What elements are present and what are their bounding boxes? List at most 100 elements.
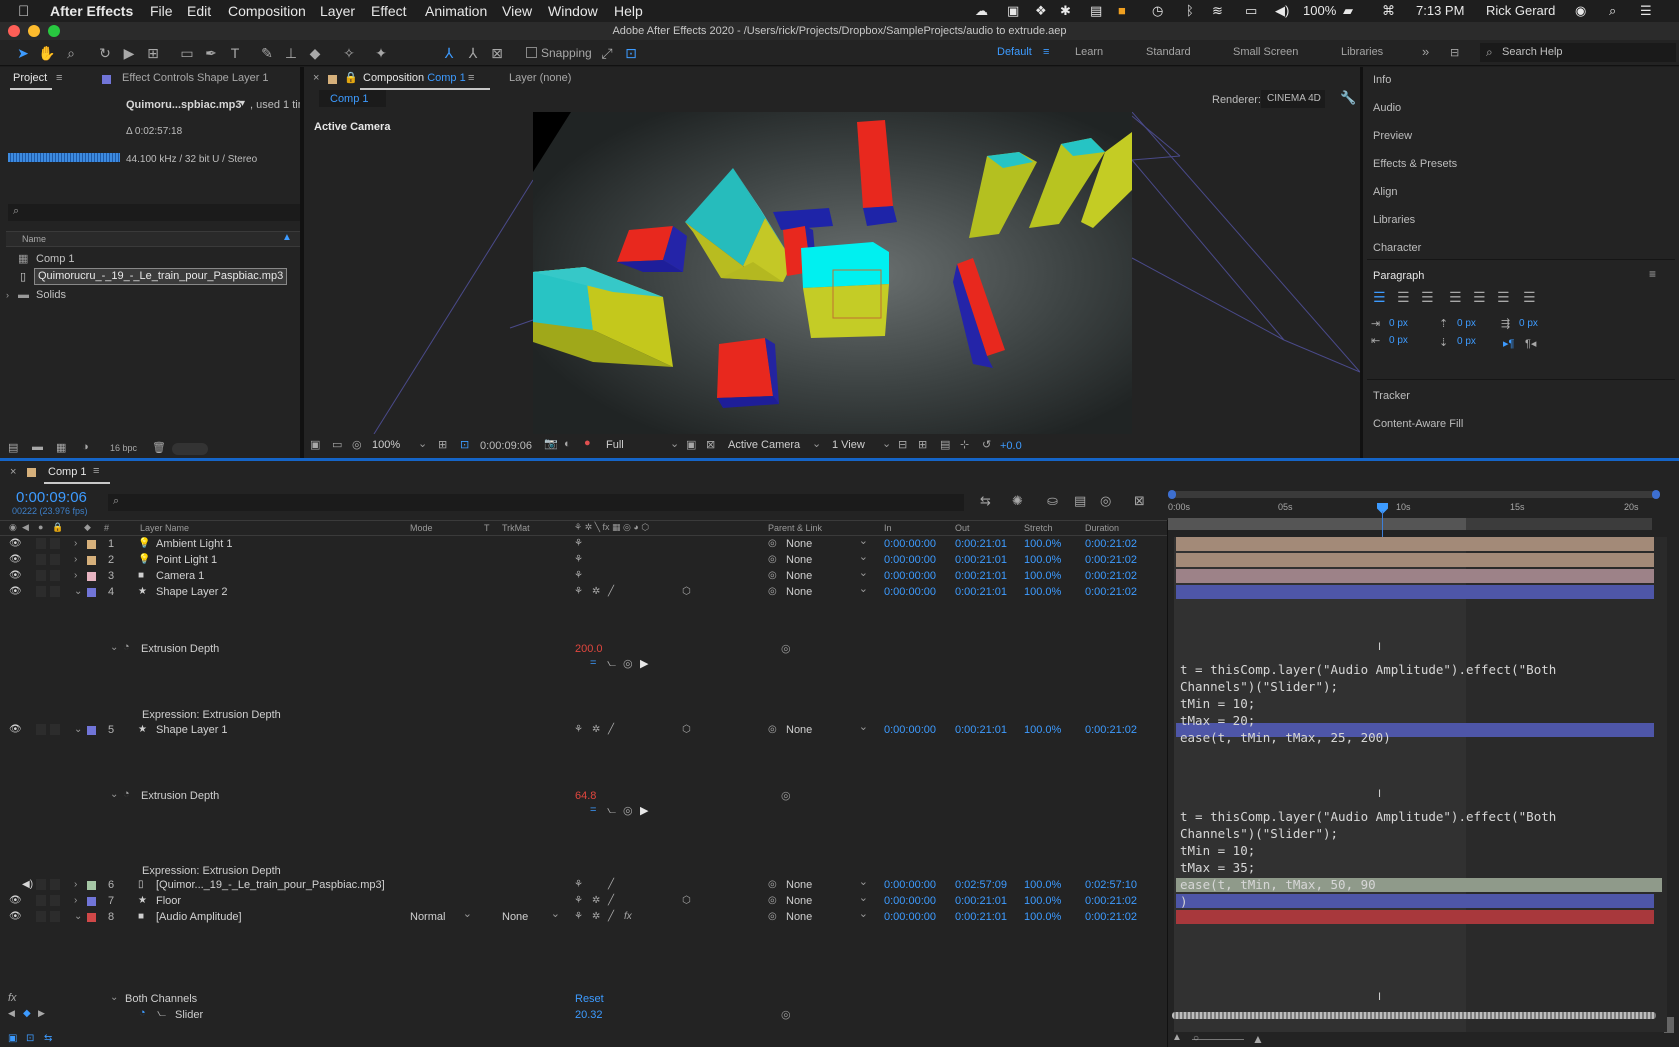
snapshot-icon[interactable]: 📷 (544, 437, 558, 450)
layer-row[interactable]: 👁 › 2 💡 Point Light 1 ⚘ ◎ None 0:00:00:00 0:00:21… (0, 550, 1679, 568)
layer-name-column-header[interactable]: Layer Name (140, 523, 189, 533)
layer-name[interactable]: [Audio Amplitude] (156, 909, 242, 925)
new-folder-icon[interactable]: ▬ (32, 441, 43, 453)
visibility-eye-icon[interactable]: 👁 (9, 893, 22, 909)
parent-dropdown[interactable]: None (786, 720, 870, 737)
layer-out-point[interactable]: 0:00:21:01 (955, 722, 1007, 738)
extrusion-depth-value[interactable]: 200.0 (575, 643, 603, 655)
layer-out-point[interactable]: 0:00:21:01 (955, 893, 1007, 909)
layer-in-point[interactable]: 0:00:00:00 (884, 552, 936, 568)
shy-switch-icon[interactable]: ⚘ (574, 536, 583, 552)
time-zoom-slider-thumb[interactable]: ○ (1193, 1033, 1199, 1044)
comp-navigator-tab[interactable]: Comp 1 (319, 90, 386, 107)
viewer-timecode[interactable]: 0:00:09:06 (480, 440, 532, 452)
justify-last-left-icon[interactable]: ☰ (1449, 289, 1462, 306)
next-keyframe-icon[interactable]: ▶ (38, 1008, 45, 1019)
parent-pick-whip-icon[interactable]: ◎ (768, 893, 777, 909)
composition-menu-icon[interactable]: ≡ (468, 72, 474, 84)
project-item-comp[interactable]: ▦ Comp 1 ⊹ (6, 250, 320, 268)
menu-layer[interactable]: Layer (320, 3, 355, 19)
paragraph-menu-icon[interactable]: ≡ (1649, 267, 1656, 281)
slider-pick-whip-icon[interactable]: ◎ (781, 1008, 791, 1021)
pen-tool-icon[interactable]: ✒ (202, 44, 220, 62)
vr-view-icon[interactable]: ◎ (352, 438, 362, 451)
expression-pickwhip-icon[interactable]: ◎ (623, 804, 633, 817)
timeline-icon[interactable]: ▤ (940, 438, 950, 451)
zoom-in-time-icon[interactable]: ▲ (1252, 1032, 1264, 1046)
3d-layer-switch-icon[interactable]: ⬡ (682, 584, 691, 600)
shy-layers-icon[interactable]: ⛀ (1047, 493, 1058, 509)
layer-stretch[interactable]: 100.0% (1024, 584, 1061, 600)
bug-icon[interactable]: ✱ (1060, 3, 1071, 19)
timeline-search-input[interactable]: ⌕ (108, 494, 964, 511)
rectangle-tool-icon[interactable]: ▭ (178, 44, 196, 62)
label-color-swatch[interactable] (87, 556, 96, 565)
type-tool-icon[interactable]: T (226, 44, 244, 62)
expand-arrow-icon[interactable]: ⌄ (110, 789, 118, 800)
brush-tool-icon[interactable]: ✎ (258, 44, 276, 62)
work-area-end-handle[interactable] (1652, 490, 1660, 499)
parent-pick-whip-icon[interactable]: ◎ (768, 568, 777, 584)
lock-viewer-icon[interactable]: 🔒 (344, 71, 358, 84)
motion-blur-icon[interactable]: ◎ (1100, 493, 1111, 509)
shy-switch-icon[interactable]: ⚘ (574, 552, 583, 568)
display-icon[interactable]: ■ (1118, 3, 1126, 18)
layer-stretch[interactable]: 100.0% (1024, 877, 1061, 893)
layer-out-point[interactable]: 0:00:21:01 (955, 568, 1007, 584)
menu-window[interactable]: Window (548, 3, 598, 19)
exposure-value[interactable]: +0.0 (1000, 440, 1022, 452)
visibility-eye-icon[interactable]: 👁 (9, 722, 22, 738)
menu-view[interactable]: View (502, 3, 532, 19)
label-color-swatch[interactable] (87, 572, 96, 581)
camera-tool-icon[interactable]: ▶ (120, 44, 138, 62)
renderer-options-icon[interactable]: 🔧 (1340, 90, 1356, 106)
toggle-transparency-grid-icon[interactable]: ▣ (686, 438, 696, 451)
roto-brush-tool-icon[interactable]: ✧ (340, 44, 358, 62)
composition-canvas[interactable]: Active Camera (304, 112, 1360, 434)
battery-icon[interactable]: ▰ (1343, 3, 1353, 19)
layer-stretch[interactable]: 100.0% (1024, 909, 1061, 925)
always-preview-icon[interactable]: ▣ (310, 438, 320, 451)
snap-grid-icon[interactable]: ⊡ (622, 44, 640, 62)
workspace-menu-icon[interactable]: ≡ (1043, 46, 1049, 58)
align-center-icon[interactable]: ☰ (1397, 289, 1410, 306)
layer-name[interactable]: Point Light 1 (156, 552, 217, 568)
selection-tool-icon[interactable]: ➤ (14, 44, 32, 62)
menu-file[interactable]: File (150, 3, 173, 19)
layer-row[interactable]: 👁 › 1 💡 Ambient Light 1 ⚘ ◎ None 0:00:00:00 0:00:… (0, 534, 1679, 552)
layer-name[interactable]: [Quimor..._19_-_Le_train_pour_Paspbiac.m… (156, 877, 385, 893)
grid-guides-icon[interactable]: ⊠ (706, 438, 715, 451)
selected-item-name[interactable]: Quimoru...spbiac.mp3 (126, 99, 242, 111)
solo-toggle[interactable] (36, 724, 46, 735)
shy-switch-icon[interactable]: ⚘ (574, 722, 583, 738)
user-avatar-icon[interactable]: ◉ (1575, 3, 1586, 19)
align-right-icon[interactable]: ☰ (1421, 289, 1434, 306)
resolution-dropdown[interactable]: Full ⌄ (604, 437, 680, 453)
expression-editor-1[interactable]: t = thisComp.layer("Audio Amplitude").ef… (1180, 661, 1556, 746)
bit-depth-label[interactable]: 16 bpc (110, 443, 137, 453)
screen-icon[interactable]: ▤ (1090, 3, 1102, 19)
layer-name[interactable]: Shape Layer 2 (156, 584, 228, 600)
minimize-window-button[interactable] (28, 25, 40, 37)
clone-stamp-tool-icon[interactable]: ⊥ (282, 44, 300, 62)
label-color-swatch[interactable] (87, 881, 96, 890)
continuous-rasterize-switch-icon[interactable]: ✲ (592, 909, 600, 925)
lock-toggle[interactable] (50, 895, 60, 906)
channel-icon[interactable]: ● (584, 437, 591, 449)
parent-dropdown[interactable]: None (786, 534, 870, 551)
layer-out-point[interactable]: 0:00:21:01 (955, 584, 1007, 600)
reset-exposure-icon[interactable]: ↺ (982, 438, 991, 451)
view-camera-dropdown[interactable]: Active Camera ⌄ (726, 437, 822, 453)
add-keyframe-icon[interactable]: ◆ (23, 1008, 31, 1019)
layer-out-point[interactable]: 0:02:57:09 (955, 877, 1007, 893)
shy-switch-icon[interactable]: ⚘ (574, 568, 583, 584)
view-layout-dropdown[interactable]: 1 View ⌄ (830, 437, 892, 453)
solo-toggle[interactable] (36, 879, 46, 890)
selected-item-dropdown-icon[interactable]: ▾ (240, 98, 245, 109)
layer-out-point[interactable]: 0:00:21:01 (955, 536, 1007, 552)
creative-cloud-icon[interactable]: ☁ (975, 3, 988, 19)
pick-whip-icon[interactable]: ◎ (781, 642, 791, 655)
panel-libraries[interactable]: Libraries (1373, 214, 1415, 226)
time-zoom-slider[interactable] (1192, 1039, 1244, 1040)
visibility-eye-icon[interactable]: 👁 (9, 552, 22, 568)
